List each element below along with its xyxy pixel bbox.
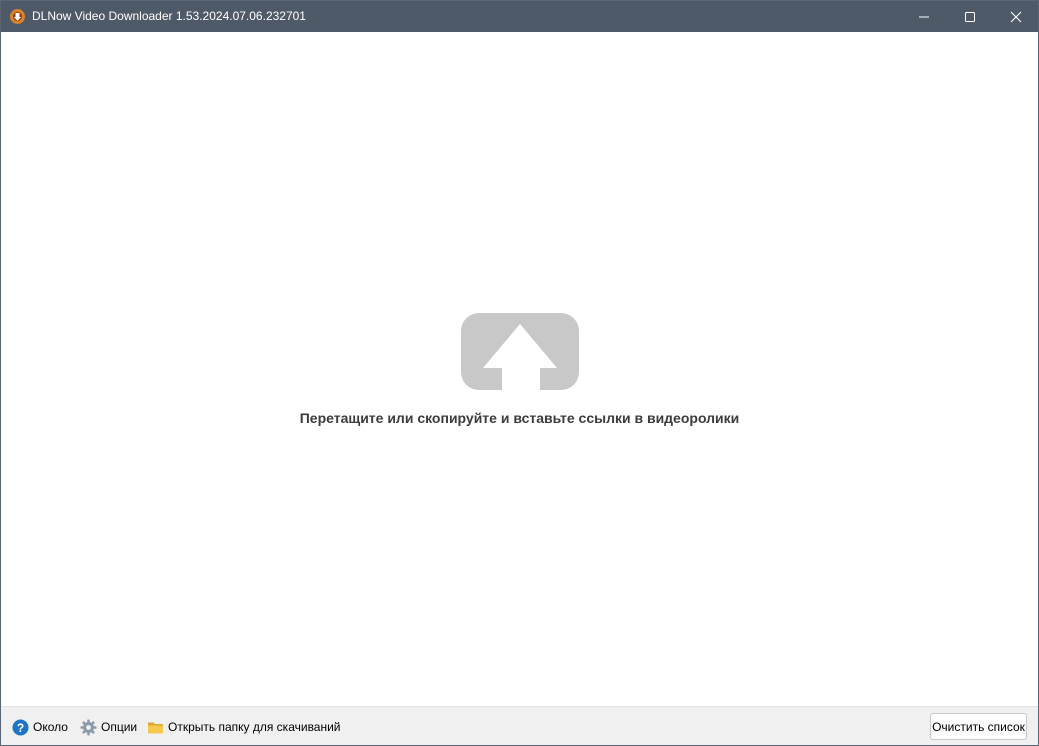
help-icon: ? [12, 719, 29, 735]
bottom-toolbar: ? Около Опции Открыть папку для скачиван… [1, 706, 1038, 745]
maximize-icon [965, 11, 975, 22]
maximize-button[interactable] [947, 1, 993, 32]
dlnow-app-icon [10, 9, 25, 24]
folder-icon [148, 722, 163, 733]
minimize-icon [919, 16, 929, 17]
open-folder-label: Открыть папку для скачиваний [168, 720, 341, 734]
options-link[interactable]: Опции [80, 718, 137, 736]
open-folder-link[interactable]: Открыть папку для скачиваний [147, 718, 341, 736]
window-title: DLNow Video Downloader 1.53.2024.07.06.2… [32, 9, 306, 23]
app-window: DLNow Video Downloader 1.53.2024.07.06.2… [0, 0, 1039, 746]
title-bar[interactable]: DLNow Video Downloader 1.53.2024.07.06.2… [1, 1, 1038, 32]
gear-icon [80, 719, 97, 735]
drop-zone[interactable]: Перетащите или скопируйте и вставьте ссы… [1, 32, 1038, 706]
close-button[interactable] [993, 1, 1038, 32]
close-icon [1010, 11, 1022, 22]
svg-text:?: ? [17, 721, 24, 735]
upload-arrow-icon [461, 313, 579, 390]
about-link[interactable]: ? Около [12, 718, 68, 736]
drop-hint-text: Перетащите или скопируйте и вставьте ссы… [299, 410, 740, 426]
minimize-button[interactable] [901, 1, 947, 32]
about-label: Около [33, 720, 68, 734]
clear-list-button[interactable]: Очистить список [930, 713, 1027, 740]
options-label: Опции [101, 720, 138, 734]
